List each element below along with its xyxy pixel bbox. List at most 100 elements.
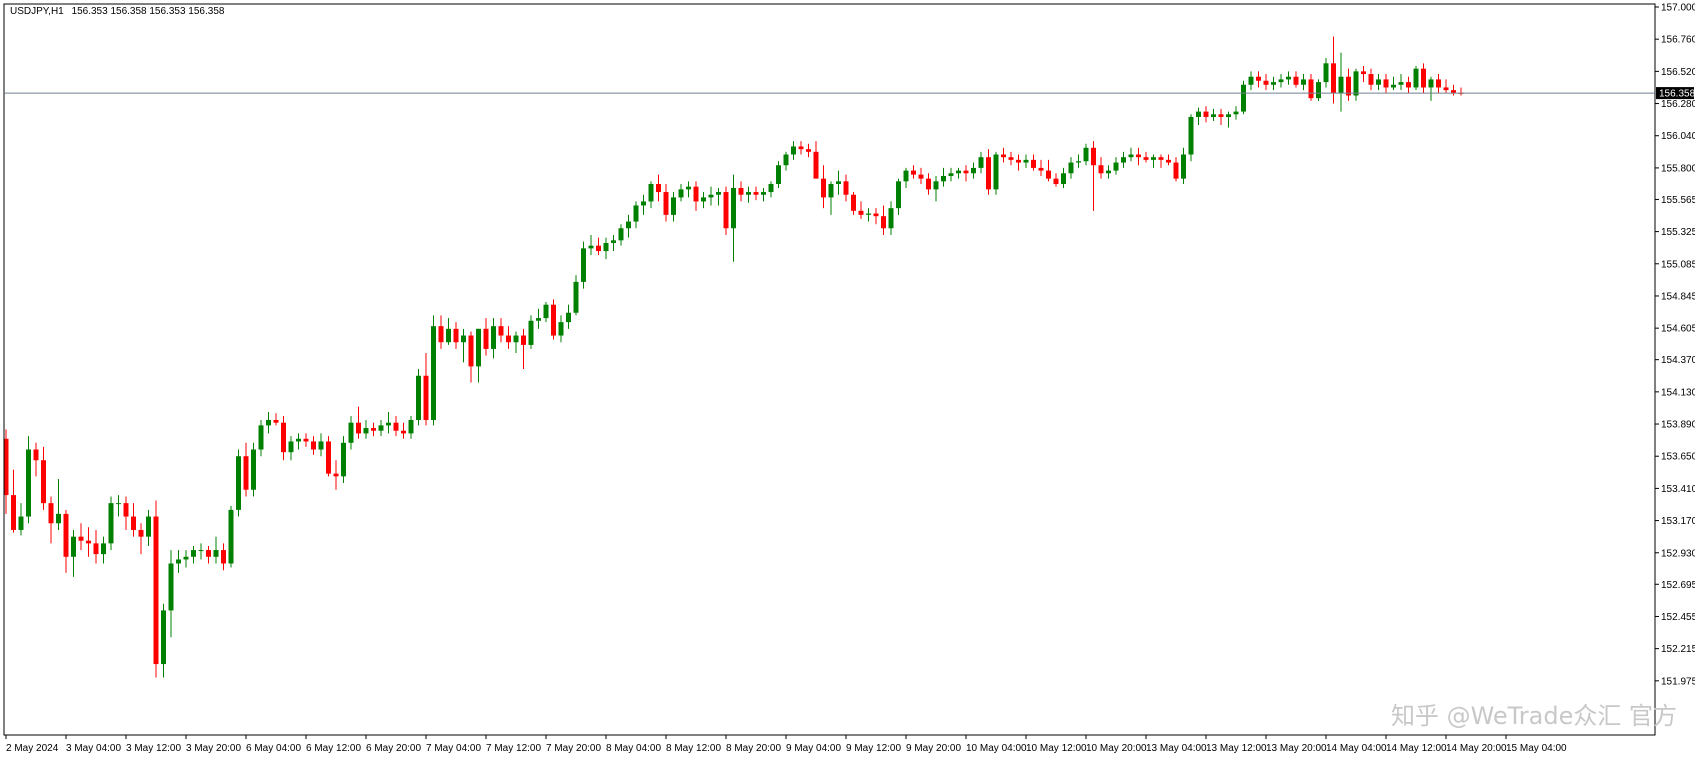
candle [71, 529, 76, 577]
candle-body [558, 322, 564, 336]
candle-body [1173, 162, 1179, 179]
candle [656, 174, 661, 202]
candle-body [1436, 79, 1441, 88]
candle-body [941, 175, 946, 182]
candle [213, 536, 219, 564]
candle [911, 165, 916, 179]
candle [806, 143, 811, 158]
candle-body [371, 428, 376, 431]
candle [311, 436, 316, 455]
candle [333, 460, 339, 490]
x-tick-label: 6 May 12:00 [306, 743, 361, 754]
candle [33, 442, 39, 477]
candle [86, 527, 91, 557]
x-tick-label: 7 May 12:00 [486, 743, 541, 754]
candle-body [528, 320, 534, 345]
candle-body [1218, 114, 1224, 117]
candle [341, 436, 346, 484]
candle-body [138, 529, 144, 537]
candle [108, 496, 114, 551]
candle [558, 315, 564, 343]
candle [1061, 167, 1066, 189]
candle-body [986, 157, 991, 190]
candle [1001, 147, 1006, 163]
candle-body [1256, 76, 1261, 81]
candle [1143, 151, 1149, 163]
candle-body [1038, 167, 1044, 171]
candle-body [1263, 80, 1269, 85]
candle [596, 237, 601, 256]
candle [1128, 147, 1134, 162]
candle-body [926, 178, 931, 190]
candle [611, 234, 616, 252]
candle-body [296, 438, 301, 442]
x-tick-label: 9 May 12:00 [846, 743, 901, 754]
candle [243, 442, 249, 497]
candle [521, 328, 526, 370]
y-tick-label: 154.370 [1661, 355, 1695, 366]
candle-body [648, 184, 654, 202]
candle [326, 436, 331, 477]
candle-body [603, 243, 609, 252]
candle [1278, 74, 1284, 88]
candle-body [821, 178, 826, 198]
candle [618, 224, 624, 246]
y-tick-label: 153.170 [1661, 516, 1695, 527]
candle [1158, 154, 1164, 168]
candle [686, 181, 691, 198]
candle-body [131, 516, 136, 530]
candle-body [11, 495, 16, 530]
candle [131, 503, 136, 537]
candle [873, 208, 879, 225]
candle [1136, 147, 1141, 166]
candle-body [1211, 114, 1216, 117]
candle [1293, 71, 1299, 88]
candle [318, 433, 324, 457]
candle-body [701, 197, 706, 202]
candle [176, 550, 181, 573]
candle-body [221, 550, 226, 564]
candle [1068, 157, 1074, 179]
candle-body [363, 428, 369, 434]
candle-body [1121, 157, 1126, 163]
candle [1256, 71, 1261, 88]
candle-body [1091, 147, 1096, 166]
candle [1151, 154, 1156, 168]
candle-body [431, 326, 436, 421]
candle-body [843, 181, 849, 195]
candle-body [86, 540, 91, 544]
candle [1376, 74, 1381, 91]
candle-body [333, 473, 339, 477]
candle [753, 186, 759, 201]
candle-body [783, 154, 789, 166]
candle-body [1016, 159, 1021, 163]
candle [363, 420, 369, 439]
candle [851, 192, 856, 215]
candle [153, 500, 159, 678]
candle-body [18, 516, 24, 530]
y-tick-label: 155.565 [1661, 195, 1695, 206]
candle [918, 167, 924, 185]
chart-canvas[interactable]: 157.000 156.760 156.520 156.280 156.040 155.8… [0, 0, 1695, 759]
candle-body [716, 192, 721, 195]
candle [603, 237, 609, 260]
candle [288, 436, 294, 461]
candle [678, 184, 684, 202]
price-chart[interactable]: 157.000 156.760 156.520 156.280 156.040 155.8… [0, 0, 1695, 759]
candle [1428, 76, 1434, 101]
candle-body [918, 174, 924, 179]
candle [48, 496, 54, 544]
candle-body [896, 181, 901, 209]
candle [1173, 157, 1179, 182]
candle-body [851, 194, 856, 211]
candle [993, 151, 999, 195]
candle [933, 175, 939, 202]
candle-body [1113, 162, 1119, 171]
candle [123, 496, 129, 530]
candle [1038, 159, 1044, 176]
candle [431, 315, 436, 426]
x-tick-label: 7 May 04:00 [426, 743, 481, 754]
candle-body [228, 509, 234, 564]
candle-body [1061, 173, 1066, 185]
candle-body [303, 438, 309, 442]
